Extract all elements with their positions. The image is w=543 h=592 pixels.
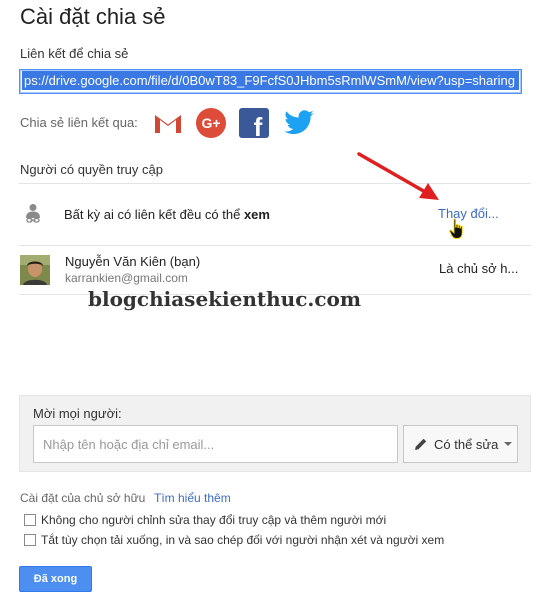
share-link-url: ps://drive.google.com/file/d/0B0wT83_F9F…: [22, 71, 519, 90]
google-plus-text: G+: [201, 115, 220, 131]
restrict-editors-label: Không cho người chỉnh sửa thay đổi truy …: [41, 513, 387, 527]
owner-name: Nguyễn Văn Kiên (bạn): [65, 254, 201, 269]
gmail-icon[interactable]: [152, 107, 184, 139]
link-access-permission: xem: [243, 207, 270, 222]
facebook-icon[interactable]: f: [238, 107, 270, 142]
access-label: Người có quyền truy cập: [20, 162, 163, 177]
caret-down-icon: [504, 442, 513, 446]
change-access-link[interactable]: Thay đổi...: [438, 206, 499, 221]
watermark: blogchiasekienthuc.com: [88, 287, 362, 311]
divider: [19, 183, 531, 184]
avatar: [20, 255, 50, 285]
owner-role: Là chủ sở h...: [439, 261, 519, 276]
owner-email: karrankien@gmail.com: [65, 271, 188, 285]
share-via-label: Chia sẻ liên kết qua:: [20, 115, 138, 130]
permission-label: Có thể sửa: [434, 436, 499, 452]
facebook-text: f: [254, 112, 263, 139]
invite-label: Mời mọi người:: [33, 406, 122, 421]
disable-download-checkbox[interactable]: [24, 534, 36, 546]
learn-more-link[interactable]: Tìm hiểu thêm: [154, 491, 231, 505]
owner-settings-label: Cài đặt của chủ sở hữu: [20, 491, 146, 505]
permission-dropdown-button[interactable]: Có thể sửa: [403, 425, 518, 463]
twitter-icon[interactable]: [282, 107, 314, 139]
done-button[interactable]: Đã xong: [19, 566, 92, 592]
link-access-person-icon: [24, 203, 42, 225]
google-plus-icon[interactable]: G+: [195, 107, 227, 139]
divider: [19, 245, 531, 246]
dialog-title: Cài đặt chia sẻ: [20, 4, 166, 29]
pencil-icon: [414, 437, 428, 451]
link-access-text: Bất kỳ ai có liên kết đều có thể: [64, 207, 244, 222]
share-link-label: Liên kết để chia sẻ: [20, 46, 129, 61]
link-access-description: Bất kỳ ai có liên kết đều có thể xem: [64, 207, 270, 222]
restrict-editors-checkbox[interactable]: [24, 514, 36, 526]
disable-download-label: Tắt tùy chọn tải xuống, in và sao chép đ…: [41, 533, 445, 547]
share-link-field[interactable]: ps://drive.google.com/file/d/0B0wT83_F9F…: [19, 69, 522, 94]
annotation-arrow-icon: [355, 150, 445, 205]
hand-cursor-icon: [449, 218, 467, 240]
invite-email-input[interactable]: [33, 425, 398, 463]
